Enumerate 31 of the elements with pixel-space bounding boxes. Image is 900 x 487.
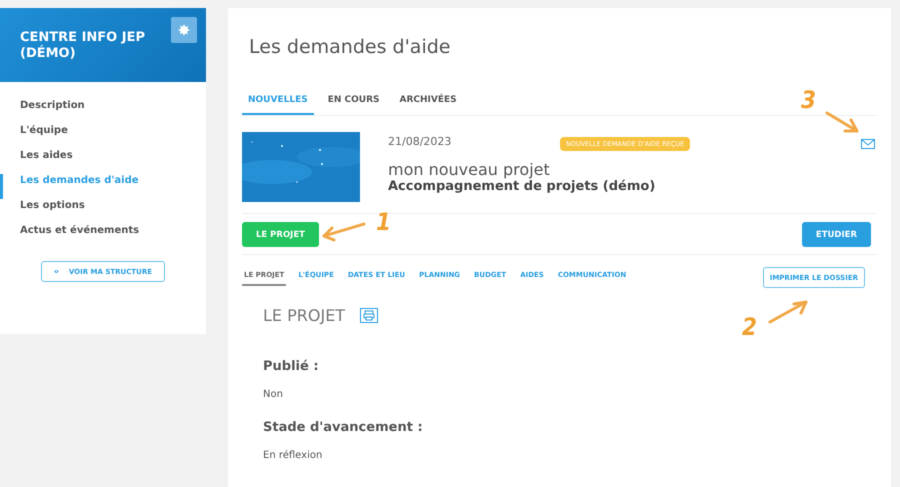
sidebar-item[interactable]: Les options	[0, 199, 206, 224]
field-label: Stade d'avancement :	[263, 420, 424, 435]
tab[interactable]: NOUVELLES	[242, 92, 314, 115]
settings-icon	[177, 23, 191, 37]
eye-icon	[54, 268, 59, 275]
tab[interactable]: ARCHIVÉES	[394, 92, 463, 115]
study-button[interactable]: ETUDIER	[802, 222, 871, 247]
project-name: mon nouveau projet	[388, 160, 551, 179]
section-title: LE PROJET	[263, 306, 346, 325]
sidebar-item[interactable]: Les demandes d'aide	[0, 174, 206, 199]
sidebar-item[interactable]: Actus et événements	[0, 224, 206, 249]
sidebar-item[interactable]: Les aides	[0, 149, 206, 174]
print-icon[interactable]	[360, 308, 378, 323]
sidebar-item[interactable]: L'équipe	[0, 124, 206, 149]
annotation-number: 1	[376, 208, 392, 236]
annotation-arrow	[823, 109, 861, 135]
field-value: Non	[263, 389, 284, 400]
program-name: Accompagnement de projets (démo)	[388, 179, 656, 194]
project-button[interactable]: LE PROJET	[242, 222, 319, 247]
field-value: En réflexion	[263, 450, 324, 461]
sidebar-item[interactable]: Description	[0, 99, 206, 124]
field-label: Publié :	[263, 359, 320, 374]
annotation-number: 2	[742, 313, 758, 341]
request-date: 21/08/2023	[388, 135, 452, 148]
organization-name: CENTRE INFO JEP (DÉMO)	[20, 30, 146, 62]
annotation-arrow	[766, 298, 810, 326]
annotation-number: 3	[801, 86, 816, 114]
settings-button[interactable]	[171, 17, 197, 43]
tab[interactable]: EN COURS	[322, 92, 386, 115]
mail-icon[interactable]	[861, 139, 875, 149]
page-title: Les demandes d'aide	[248, 35, 452, 60]
